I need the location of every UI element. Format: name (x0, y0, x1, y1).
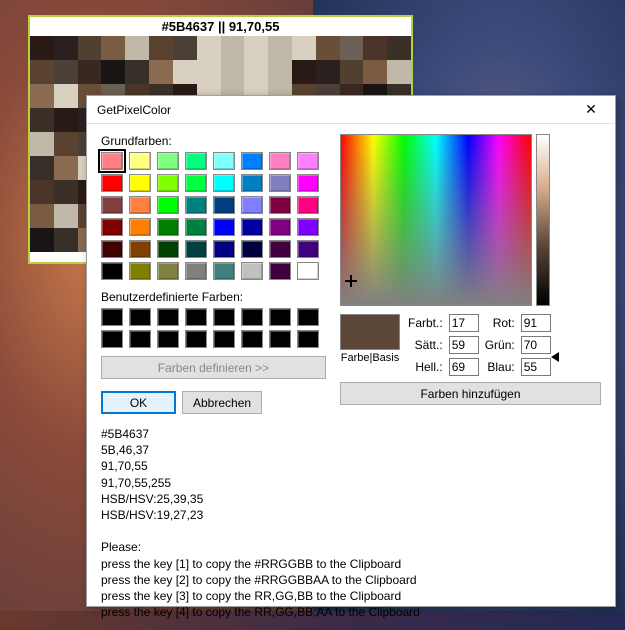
basic-swatch[interactable] (297, 262, 319, 280)
blue-label: Blau: (485, 360, 515, 374)
basic-swatch[interactable] (241, 174, 263, 192)
green-input[interactable] (521, 336, 551, 354)
basic-swatch[interactable] (157, 240, 179, 258)
basic-swatch[interactable] (157, 218, 179, 236)
titlebar[interactable]: GetPixelColor ✕ (87, 96, 615, 124)
custom-swatch[interactable] (297, 308, 319, 326)
basic-swatch[interactable] (269, 152, 291, 170)
basic-swatch[interactable] (213, 196, 235, 214)
custom-swatch[interactable] (241, 330, 263, 348)
blue-input[interactable] (521, 358, 551, 376)
green-label: Grün: (485, 338, 515, 352)
basic-swatch[interactable] (185, 240, 207, 258)
custom-swatch[interactable] (157, 330, 179, 348)
basic-swatch[interactable] (297, 240, 319, 258)
basic-swatch[interactable] (101, 174, 123, 192)
luminance-arrow-icon (551, 352, 559, 362)
basic-swatch[interactable] (185, 174, 207, 192)
define-colors-button[interactable]: Farben definieren >> (101, 356, 326, 379)
basic-swatch[interactable] (157, 262, 179, 280)
sat-label: Sätt.: (408, 338, 443, 352)
basic-swatch[interactable] (269, 262, 291, 280)
basic-swatch[interactable] (297, 196, 319, 214)
basic-colors-label: Grundfarben: (101, 134, 326, 148)
basic-swatch[interactable] (185, 218, 207, 236)
lum-input[interactable] (449, 358, 479, 376)
basic-swatch[interactable] (297, 174, 319, 192)
basic-swatch[interactable] (213, 240, 235, 258)
custom-colors-grid (101, 308, 326, 348)
red-label: Rot: (485, 316, 515, 330)
custom-swatch[interactable] (185, 308, 207, 326)
custom-swatch[interactable] (157, 308, 179, 326)
basic-swatch[interactable] (129, 196, 151, 214)
add-color-button[interactable]: Farben hinzufügen (340, 382, 601, 405)
basic-swatch[interactable] (129, 174, 151, 192)
basic-swatch[interactable] (269, 240, 291, 258)
basic-colors-grid (101, 152, 326, 280)
basic-swatch[interactable] (185, 262, 207, 280)
hue-label: Farbt.: (408, 316, 443, 330)
basic-swatch[interactable] (101, 218, 123, 236)
basic-swatch[interactable] (213, 218, 235, 236)
basic-swatch[interactable] (213, 152, 235, 170)
color-preview-swatch (340, 314, 400, 350)
custom-swatch[interactable] (213, 330, 235, 348)
basic-swatch[interactable] (269, 196, 291, 214)
basic-swatch[interactable] (101, 152, 123, 170)
basic-swatch[interactable] (157, 196, 179, 214)
basic-swatch[interactable] (185, 196, 207, 214)
basic-swatch[interactable] (157, 174, 179, 192)
basic-swatch[interactable] (297, 152, 319, 170)
custom-swatch[interactable] (297, 330, 319, 348)
basic-swatch[interactable] (129, 262, 151, 280)
basic-swatch[interactable] (101, 240, 123, 258)
custom-swatch[interactable] (101, 330, 123, 348)
custom-swatch[interactable] (241, 308, 263, 326)
basic-swatch[interactable] (241, 152, 263, 170)
close-icon: ✕ (585, 101, 597, 118)
basic-swatch[interactable] (241, 196, 263, 214)
custom-swatch[interactable] (269, 308, 291, 326)
basic-swatch[interactable] (129, 218, 151, 236)
basic-swatch[interactable] (269, 174, 291, 192)
basic-swatch[interactable] (129, 152, 151, 170)
basic-swatch[interactable] (241, 218, 263, 236)
basic-swatch[interactable] (185, 152, 207, 170)
custom-colors-label: Benutzerdefinierte Farben: (101, 290, 326, 304)
luminance-slider[interactable] (536, 134, 550, 306)
cancel-button[interactable]: Abbrechen (182, 391, 262, 414)
basic-swatch[interactable] (129, 240, 151, 258)
ok-button[interactable]: OK (101, 391, 176, 414)
basic-swatch[interactable] (241, 262, 263, 280)
output-text: #5B4637 5B,46,37 91,70,55 91,70,55,255 H… (87, 420, 615, 630)
custom-swatch[interactable] (269, 330, 291, 348)
basic-swatch[interactable] (213, 174, 235, 192)
color-preview-label: Farbe|Basis (340, 352, 400, 364)
basic-swatch[interactable] (213, 262, 235, 280)
hue-saturation-picker[interactable] (340, 134, 532, 306)
basic-swatch[interactable] (101, 262, 123, 280)
basic-swatch[interactable] (241, 240, 263, 258)
basic-swatch[interactable] (101, 196, 123, 214)
basic-swatch[interactable] (157, 152, 179, 170)
lum-label: Hell.: (408, 360, 443, 374)
color-picker-dialog: GetPixelColor ✕ Grundfarben: Benutzerdef… (86, 95, 616, 607)
capture-header: #5B4637 || 91,70,55 (30, 17, 411, 36)
red-input[interactable] (521, 314, 551, 332)
hue-input[interactable] (449, 314, 479, 332)
crosshair-icon (345, 275, 357, 287)
custom-swatch[interactable] (101, 308, 123, 326)
basic-swatch[interactable] (297, 218, 319, 236)
sat-input[interactable] (449, 336, 479, 354)
dialog-title: GetPixelColor (97, 103, 571, 117)
basic-swatch[interactable] (269, 218, 291, 236)
custom-swatch[interactable] (129, 330, 151, 348)
custom-swatch[interactable] (185, 330, 207, 348)
custom-swatch[interactable] (129, 308, 151, 326)
custom-swatch[interactable] (213, 308, 235, 326)
close-button[interactable]: ✕ (571, 98, 611, 122)
